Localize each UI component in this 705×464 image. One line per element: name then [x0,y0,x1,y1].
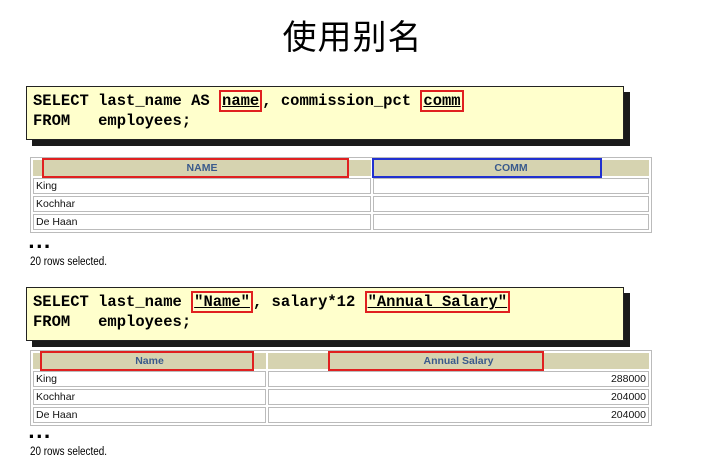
alias-highlight-name-quoted: "Name" [191,291,253,313]
sql-text: , salary*12 [252,293,365,311]
ellipsis: ... [28,422,52,443]
sql-line: SELECT last_name "Name", salary*12 "Annu… [33,291,623,313]
table-row: Kochhar [33,196,649,212]
table-cell: Kochhar [33,196,371,212]
header-highlight-comm [372,158,602,178]
table-row: King 288000 [33,371,649,387]
table-cell: 204000 [268,407,649,423]
table-row: Kochhar 204000 [33,389,649,405]
sql-text: , commission_pct [262,92,421,110]
sql-line: FROM employees; [33,112,192,130]
rows-selected-text: 20 rows selected. [30,446,107,458]
slide-title: 使用别名 [282,18,423,58]
ellipsis: ... [28,232,52,253]
table-cell [373,178,649,194]
table-cell [373,214,649,230]
table-row: De Haan [33,214,649,230]
table-cell: King [33,371,266,387]
sql-line: FROM employees; [33,313,192,331]
table-row: King [33,178,649,194]
header-highlight-annual-salary [328,351,544,371]
rows-selected-text: 20 rows selected. [30,256,107,268]
table-cell: 204000 [268,389,649,405]
table-cell [373,196,649,212]
header-highlight-name [40,351,254,371]
sql-statement-2: SELECT last_name "Name", salary*12 "Annu… [26,287,624,341]
sql-text: SELECT last_name [33,293,192,311]
table-cell: King [33,178,371,194]
alias-highlight-comm: comm [420,90,464,112]
sql-statement-1: SELECT last_name AS name, commission_pct… [26,86,624,140]
header-highlight-name [42,158,349,178]
sql-text: SELECT last_name AS [33,92,220,110]
table-cell: De Haan [33,407,266,423]
alias-highlight-name: name [219,90,263,112]
alias-highlight-annual-salary: "Annual Salary" [364,291,511,313]
sql-line: SELECT last_name AS name, commission_pct… [33,90,623,112]
table-row: De Haan 204000 [33,407,649,423]
table-cell: Kochhar [33,389,266,405]
table-cell: 288000 [268,371,649,387]
table-cell: De Haan [33,214,371,230]
